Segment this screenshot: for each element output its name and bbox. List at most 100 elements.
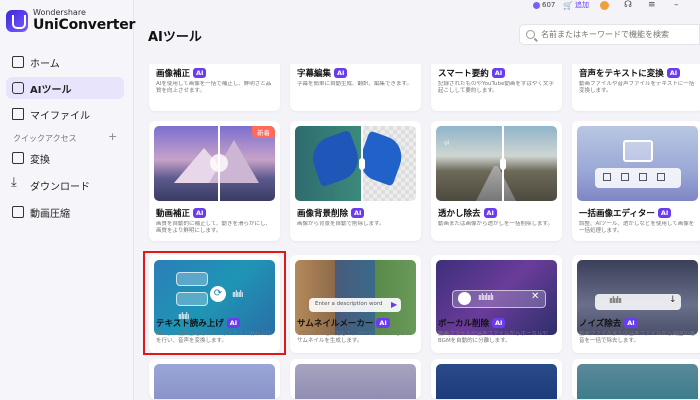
card-desc: 画質を自動的に補正して、動きを滑らかにし、画質をより鮮明にします。	[156, 221, 272, 234]
card-title: ボーカル削除 AI	[438, 317, 506, 329]
card-desc: AIにより複数言語でリアルなテキスト読み上げを行い、音声を変換します。	[156, 331, 272, 344]
tool-card-row4-3[interactable]	[431, 359, 562, 399]
card-title: サムネイルメーカー AI	[297, 317, 390, 329]
coin-count: 607	[542, 1, 556, 9]
tool-card-vocal-remove[interactable]: ıılıılıılı ✕ ボーカル削除 AI 動画ファイルや音声ファイルからボーカ…	[431, 255, 562, 353]
tool-card-subtitle-edit[interactable]: 字幕編集 AI 字幕を簡単に自動生成、翻訳、編集できます。	[290, 64, 421, 111]
download-icon	[11, 175, 24, 191]
tool-card-row4-2[interactable]	[290, 359, 421, 399]
cart-icon: 🛒	[563, 0, 573, 10]
card-desc: 動画ファイルや音声ファイルをテキストに一括変換します。	[579, 81, 695, 94]
tool-card-noise-remove[interactable]: ıılıılıı ↓ ノイズ除去 AI 動画ファイルまたは音声ファイルから周囲の雑…	[572, 255, 700, 353]
tool-card-row4-1[interactable]	[149, 359, 280, 399]
card-desc: 動画ファイルまたは音声ファイルから周囲の雑音を一括で除去します。	[579, 331, 695, 344]
avatar-icon	[600, 0, 609, 10]
uniconverter-logo-icon	[6, 9, 28, 32]
tool-card-speech-to-text[interactable]: 音声をテキストに変換 AI 動画ファイルや音声ファイルをテキストに一括変換します。	[572, 64, 700, 111]
ai-badge: AI	[624, 318, 638, 328]
tool-card-watermark-remove[interactable]: W 透かし除去 AI 動画または画像から透かしを一括削除します。	[431, 121, 562, 241]
sidebar-item-label: ホーム	[30, 58, 60, 70]
convert-arrows-icon: ⟳	[210, 286, 226, 302]
card-title: 動画補正 AI	[156, 207, 207, 219]
search-input[interactable]	[541, 30, 691, 39]
avatar[interactable]	[600, 0, 609, 10]
arrow-down-icon: ↓	[669, 295, 677, 305]
ai-edit-icon	[639, 173, 647, 181]
text-lines-icon	[176, 272, 208, 286]
search-box[interactable]	[519, 24, 700, 45]
watermark-text-icon: W	[442, 139, 451, 148]
send-icon: ▶	[391, 300, 398, 309]
sidebar-item-label: ダウンロード	[30, 181, 90, 193]
card-desc: 調整、AIツール、透かしなどを使用して画像を一括処理します。	[579, 221, 695, 234]
waveform-icon: ıılıılı	[232, 290, 243, 300]
waveform-icon: ıılıılıılı	[478, 293, 494, 303]
card-desc: 画像から背景を自動で削除します。	[297, 221, 385, 227]
tool-card-row4-4[interactable]	[572, 359, 700, 399]
ai-badge: AI	[193, 208, 207, 218]
card-desc: 字幕を簡単に自動生成、翻訳、編集できます。	[297, 81, 412, 87]
batch-image-editor-thumbnail	[577, 126, 698, 201]
ai-badge: AI	[491, 68, 506, 78]
ai-badge: AI	[483, 208, 497, 218]
watermark-remove-thumbnail: W	[436, 126, 557, 201]
card-desc: プロンプトを入力して、パーソナライズされたサムネイルを生成します。	[297, 331, 412, 344]
card-desc: AIを使用して画像を一括で補正し、鮮明さと品質を向上させます。	[156, 81, 272, 94]
image-bg-remove-thumbnail	[295, 126, 416, 201]
add-label: 追加	[574, 1, 589, 9]
close-icon: ✕	[531, 291, 540, 302]
ai-badge: AI	[351, 208, 365, 218]
tool-card-thumbnail-maker[interactable]: Enter a description word ▶ サムネイルメーカー AI プ…	[290, 255, 421, 353]
card-title: 画像補正 AI	[156, 67, 207, 79]
ai-badge: AI	[666, 68, 681, 78]
card-title: スマート要約 AI	[438, 67, 506, 79]
tool-card-image-enhance[interactable]: 画像補正 AI AIを使用して画像を一括で補正し、鮮明さと品質を向上させます。	[149, 64, 280, 111]
ai-badge: AI	[657, 208, 672, 218]
tool-card-text-to-speech[interactable]: ⟳ ıılıılı ıılıılı テキスト読み上げ AI AIにより複数言語でリ…	[149, 255, 280, 353]
card-desc: 動画または画像から透かしを一括削除します。	[438, 221, 553, 227]
ai-badge: AI	[492, 318, 506, 328]
video-enhance-thumbnail: 新着	[154, 126, 275, 201]
brand-name: UniConverter	[33, 17, 136, 33]
coin-balance[interactable]: 607	[533, 0, 555, 10]
tool-card-batch-image-editor[interactable]: 一括画像エディター AI 調整、AIツール、透かしなどを使用して画像を一括処理しま…	[572, 121, 700, 241]
minimize-icon[interactable]: –	[674, 0, 679, 10]
add-button[interactable]: 🛒 追加	[563, 0, 589, 10]
quick-access-add-button[interactable]: +	[108, 130, 117, 143]
card-desc: 動画ファイルや音声ファイルからボーカルやBGMを自動的に分離します。	[438, 331, 549, 344]
tool-card-video-enhance[interactable]: 新着 動画補正 AI 画質を自動的に補正して、動きを滑らかにし、画質をより鮮明にし…	[149, 121, 280, 241]
search-icon	[526, 30, 535, 39]
coin-icon	[533, 1, 540, 9]
page-title: AIツール	[148, 30, 202, 45]
sidebar-item-home[interactable]: ホーム	[6, 51, 124, 73]
card-title: テキスト読み上げ AI	[156, 317, 241, 329]
tools-grid: 画像補正 AI AIを使用して画像を一括で補正し、鮮明さと品質を向上させます。 字…	[142, 64, 700, 400]
card-title: 字幕編集 AI	[297, 67, 348, 79]
brand: Wondershare UniConverter	[6, 8, 135, 33]
tool-card-smart-summary[interactable]: スマート要約 AI 記録されたものやYouTube動画をすばやく文字起こしして要約…	[431, 64, 562, 111]
crop-icon	[603, 173, 611, 181]
sidebar: Wondershare UniConverter ホーム AIツール マイファイ…	[0, 0, 135, 400]
prompt-input-text: Enter a description word	[315, 301, 383, 307]
ai-tools-icon	[12, 82, 24, 94]
card-title: 一括画像エディター AI	[579, 207, 672, 219]
compress-icon	[12, 206, 24, 218]
new-badge: 新着	[252, 126, 275, 138]
card-title: 音声をテキストに変換 AI	[579, 67, 681, 79]
home-icon	[12, 56, 24, 68]
ai-badge: AI	[193, 68, 207, 78]
convert-icon	[12, 152, 24, 164]
headset-icon[interactable]: ☊	[624, 0, 632, 10]
sidebar-item-ai-tools[interactable]: AIツール	[6, 77, 124, 99]
tool-card-image-bg-remove[interactable]: 画像背景削除 AI 画像から背景を自動で削除します。	[290, 121, 421, 241]
file-icon	[12, 108, 24, 120]
play-icon	[210, 154, 228, 172]
sidebar-item-label: マイファイル	[30, 110, 90, 122]
menu-icon[interactable]: ≡	[648, 0, 656, 10]
sidebar-item-download[interactable]: ダウンロード	[6, 174, 124, 196]
sidebar-item-compress[interactable]: 動画圧縮	[6, 201, 124, 223]
mic-icon	[458, 292, 471, 305]
sidebar-item-my-files[interactable]: マイファイル	[6, 103, 124, 125]
brand-sub: Wondershare	[33, 8, 86, 17]
sidebar-item-convert[interactable]: 変換	[6, 147, 124, 169]
